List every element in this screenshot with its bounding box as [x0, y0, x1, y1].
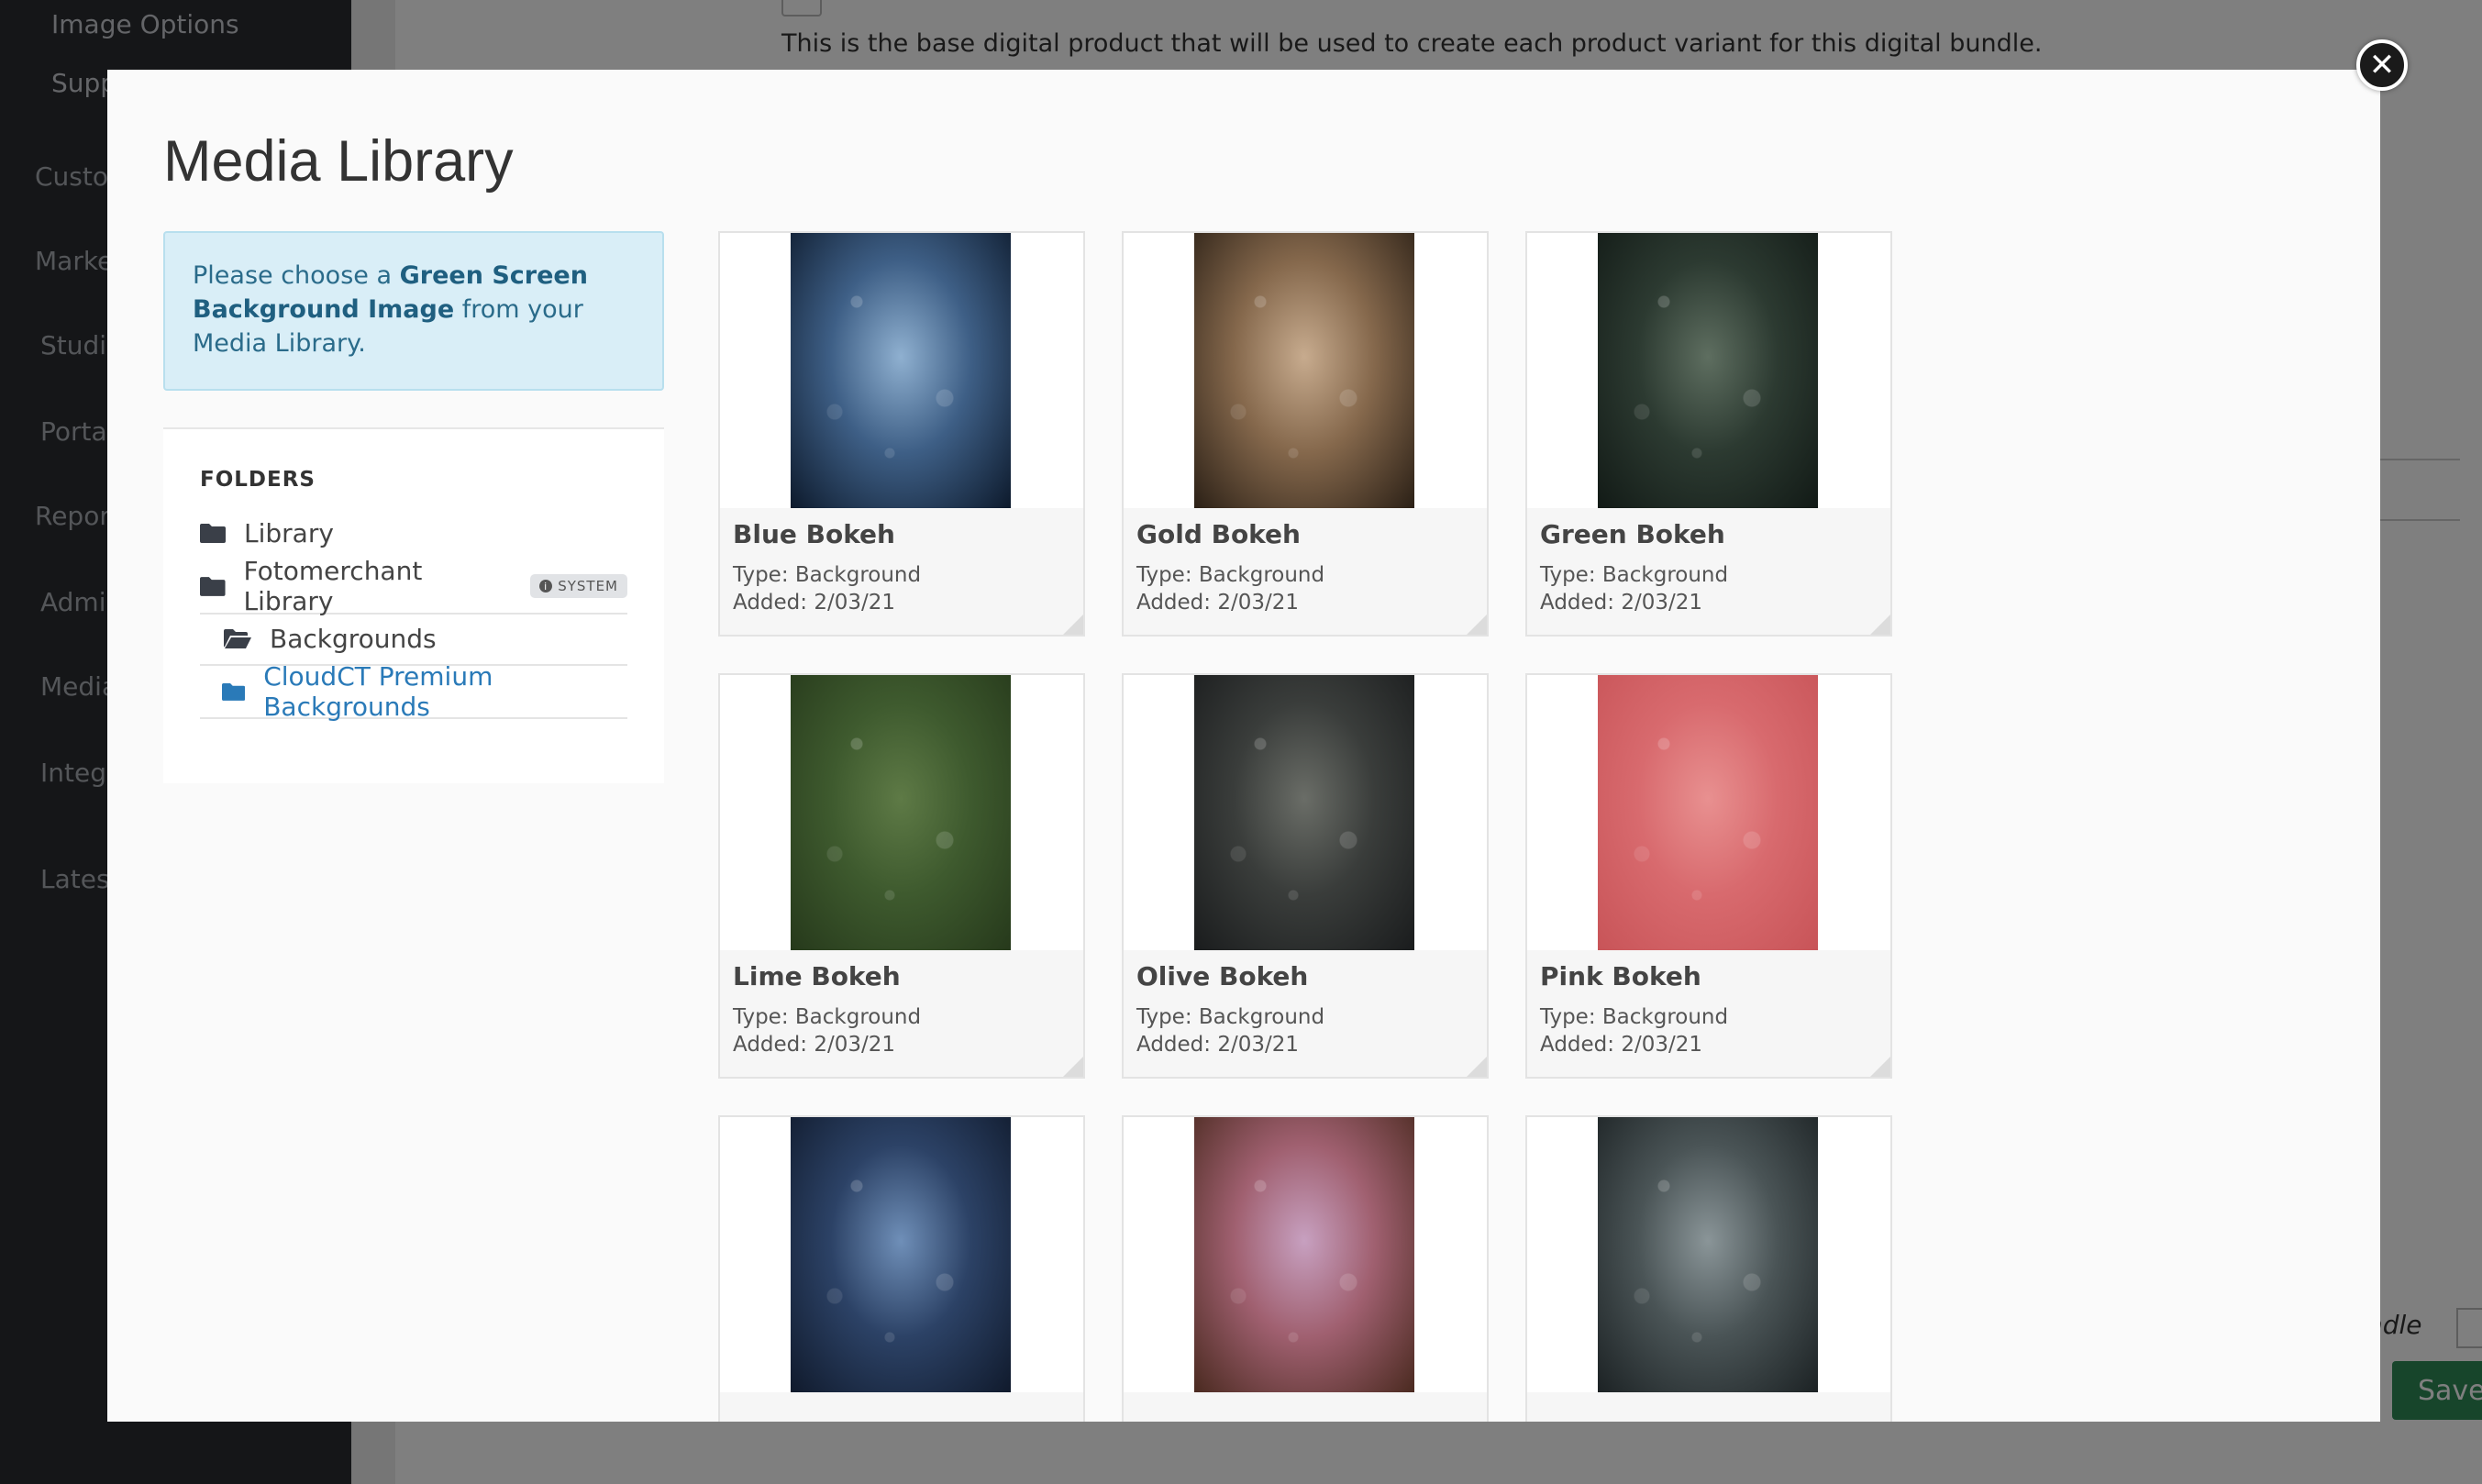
- media-type: Type: Background: [1136, 1005, 1325, 1029]
- media-card[interactable]: Gold Bokeh Type: Background Added: 2/03/…: [1122, 231, 1489, 637]
- folder-icon: [200, 524, 226, 543]
- thumbnail-frame: [1527, 675, 1890, 950]
- media-card[interactable]: Green Bokeh Type: Background Added: 2/03…: [1525, 231, 1892, 637]
- media-added: Added: 2/03/21: [733, 1033, 896, 1057]
- media-card[interactable]: Lime Bokeh Type: Background Added: 2/03/…: [718, 673, 1085, 1079]
- thumbnail-image: [1598, 1117, 1818, 1392]
- media-type: Type: Background: [1540, 563, 1729, 587]
- card-corner: [1467, 1057, 1487, 1077]
- thumbnail-image: [791, 1117, 1011, 1392]
- media-card[interactable]: [718, 1115, 1085, 1422]
- media-name: Green Bokeh: [1540, 519, 1725, 549]
- folder-label: Fotomerchant Library: [243, 556, 423, 616]
- media-card[interactable]: [1525, 1115, 1892, 1422]
- card-corner: [1063, 1057, 1083, 1077]
- media-type: Type: Background: [1136, 563, 1325, 587]
- badge-label: SYSTEM: [558, 578, 618, 594]
- thumbnail-frame: [1527, 233, 1890, 508]
- thumbnail-image: [1598, 233, 1818, 508]
- thumbnail-frame: [720, 233, 1083, 508]
- info-prefix: Please choose a: [193, 261, 400, 290]
- info-icon: i: [539, 580, 553, 592]
- modal-title: Media Library: [163, 129, 514, 194]
- media-type: Type: Background: [733, 563, 922, 587]
- media-name: Lime Bokeh: [733, 961, 901, 991]
- media-name: Pink Bokeh: [1540, 961, 1701, 991]
- card-corner: [1870, 615, 1890, 635]
- folder-label: CloudCT Premium Backgrounds: [263, 661, 493, 722]
- thumbnail-frame: [1527, 1117, 1890, 1392]
- close-icon: ✕: [2368, 47, 2396, 83]
- media-added: Added: 2/03/21: [1540, 1033, 1703, 1057]
- media-card[interactable]: Olive Bokeh Type: Background Added: 2/03…: [1122, 673, 1489, 1079]
- media-card[interactable]: Blue Bokeh Type: Background Added: 2/03/…: [718, 231, 1085, 637]
- card-corner: [1467, 615, 1487, 635]
- folder-open-icon: [224, 629, 251, 648]
- close-button[interactable]: ✕: [2356, 39, 2408, 91]
- folder-cloudct-premium-backgrounds[interactable]: CloudCT Premium Backgrounds: [200, 661, 627, 722]
- folder-backgrounds[interactable]: Backgrounds: [200, 613, 627, 666]
- thumbnail-image: [1194, 1117, 1414, 1392]
- thumbnail-image: [791, 233, 1011, 508]
- media-card[interactable]: Pink Bokeh Type: Background Added: 2/03/…: [1525, 673, 1892, 1079]
- folder-library[interactable]: Library: [200, 506, 627, 559]
- folder-label: Library: [244, 517, 334, 548]
- info-alert: Please choose a Green Screen Background …: [163, 231, 664, 391]
- media-added: Added: 2/03/21: [1136, 1033, 1300, 1057]
- media-type: Type: Background: [1540, 1005, 1729, 1029]
- thumbnail-image: [1598, 675, 1818, 950]
- folder-fotomerchant-library[interactable]: Fotomerchant Library i SYSTEM: [200, 556, 627, 616]
- media-card[interactable]: [1122, 1115, 1489, 1422]
- media-name: Blue Bokeh: [733, 519, 895, 549]
- card-corner: [1870, 1057, 1890, 1077]
- media-library-modal: Media Library Please choose a Green Scre…: [107, 70, 2380, 1422]
- thumbnail-frame: [1124, 233, 1487, 508]
- media-type: Type: Background: [733, 1005, 922, 1029]
- thumbnail-image: [791, 675, 1011, 950]
- folder-icon: [200, 577, 226, 596]
- media-name: Olive Bokeh: [1136, 961, 1309, 991]
- folder-icon: [222, 682, 246, 701]
- system-badge: i SYSTEM: [530, 574, 627, 598]
- card-corner: [1063, 615, 1083, 635]
- media-name: Gold Bokeh: [1136, 519, 1301, 549]
- folders-panel: FOLDERS Library Fotomerchant Library i SY…: [163, 427, 664, 783]
- media-added: Added: 2/03/21: [1136, 591, 1300, 615]
- thumbnail-frame: [720, 1117, 1083, 1392]
- folders-heading: FOLDERS: [200, 468, 316, 492]
- thumbnail-frame: [1124, 1117, 1487, 1392]
- thumbnail-image: [1194, 675, 1414, 950]
- thumbnail-frame: [720, 675, 1083, 950]
- thumbnail-frame: [1124, 675, 1487, 950]
- folder-label: Backgrounds: [270, 623, 437, 654]
- media-added: Added: 2/03/21: [733, 591, 896, 615]
- media-added: Added: 2/03/21: [1540, 591, 1703, 615]
- thumbnail-image: [1194, 233, 1414, 508]
